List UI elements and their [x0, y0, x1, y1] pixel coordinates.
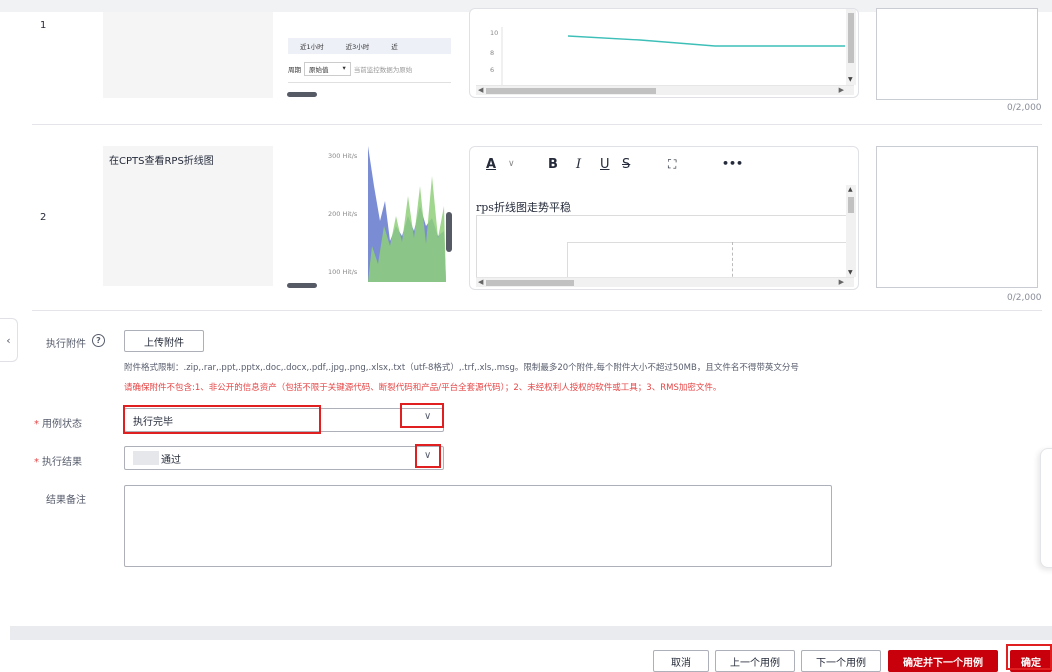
thumb-period-value: 原始值: [309, 66, 329, 74]
chevron-left-icon: ‹: [6, 333, 11, 347]
required-asterisk: *: [34, 419, 39, 430]
scroll-left-icon[interactable]: ◀: [478, 278, 483, 286]
step-2-actual-result-editor[interactable]: A ∨ B I U S ⛶ ••• rps折线图走势平稳 ▲ ▼ ◀ ▶: [469, 146, 859, 290]
attachment-label: 执行附件: [46, 335, 86, 350]
rps-area-chart: [368, 146, 446, 282]
thumb-divider: [288, 82, 451, 83]
editor-vertical-scrollbar[interactable]: ▲ ▼: [846, 185, 856, 277]
exec-result-label-text: 执行结果: [42, 457, 82, 468]
remark-label: 结果备注: [46, 495, 86, 506]
step-description[interactable]: [103, 12, 273, 98]
step-2-screenshot-thumbnail[interactable]: 300 Hit/s 200 Hit/s 100 Hit/s: [286, 146, 454, 284]
more-icon[interactable]: •••: [722, 157, 743, 170]
thumb-period-select: 原始值 ▾: [304, 62, 351, 76]
attachment-format-hint: 附件格式限制：.zip,.rar,.ppt,.pptx,.doc,.docx,.…: [124, 363, 799, 373]
status-dot-redacted: [133, 451, 159, 465]
attachment-label-text: 执行附件: [46, 339, 86, 350]
editor-hscroll-thumb[interactable]: [486, 88, 656, 94]
highlight-box: [415, 444, 441, 468]
embedded-image-frame: [567, 242, 847, 282]
teal-line-chart: [501, 27, 845, 87]
highlight-box: [1006, 644, 1052, 670]
confirm-and-next-button[interactable]: 确定并下一个用例: [888, 650, 998, 672]
scroll-right-icon[interactable]: ▶: [839, 278, 844, 286]
scroll-down-icon[interactable]: ▼: [848, 76, 853, 83]
thumb-scrollbar[interactable]: [287, 283, 317, 288]
exec-result-select[interactable]: 通过: [124, 446, 444, 470]
editor-vertical-scrollbar[interactable]: ▼: [846, 9, 856, 85]
thumb-period-row: 周期 原始值 ▾ 当前监控数据为原始: [288, 62, 412, 76]
editor-content-text[interactable]: rps折线图走势平稳: [476, 199, 571, 215]
row-divider: [32, 310, 1042, 311]
scroll-left-icon[interactable]: ◀: [478, 86, 483, 94]
editor-horizontal-scrollbar[interactable]: ◀ ▶: [476, 277, 854, 287]
thumb-tab: 近1小时: [300, 43, 324, 51]
font-color-button[interactable]: A: [486, 157, 496, 172]
cancel-button[interactable]: 取消: [653, 650, 709, 672]
step-1-screenshot-thumbnail[interactable]: 近1小时 近3小时 近 周期 原始值 ▾ 当前监控数据为原始: [286, 12, 451, 96]
attachment-warning: 请确保附件不包含:1、非公开的信息资产（包括不限于关键源代码、断裂代码和产品/平…: [124, 383, 722, 393]
editor-toolbar: A ∨ B I U S ⛶ •••: [470, 147, 858, 181]
scroll-up-icon[interactable]: ▲: [848, 186, 853, 193]
row-divider: [32, 124, 1042, 125]
prev-case-button[interactable]: 上一个用例: [715, 650, 795, 672]
thumb-vertical-scroll-thumb[interactable]: [446, 212, 452, 252]
char-counter: 0/2,000: [1007, 103, 1042, 113]
thumb-caret-icon: ▾: [342, 64, 346, 72]
thumb-tab: 近: [391, 43, 398, 51]
bold-button[interactable]: B: [548, 157, 558, 172]
editor-embedded-image: [476, 215, 847, 282]
step-1-remark-box[interactable]: [876, 8, 1038, 100]
footer-divider-bar: [10, 626, 1052, 640]
strikethrough-button[interactable]: S: [622, 157, 630, 172]
thumb-scrollbar[interactable]: [287, 92, 317, 97]
fullscreen-icon[interactable]: ⛶: [668, 157, 676, 172]
highlight-box: [123, 405, 321, 434]
step-number: 1: [40, 20, 47, 31]
case-status-label: * 用例状态: [34, 415, 82, 430]
editor-chart-preview: 10 8 6: [470, 9, 850, 87]
editor-vscroll-thumb[interactable]: [848, 13, 854, 63]
highlight-box: [400, 403, 444, 428]
next-case-button[interactable]: 下一个用例: [801, 650, 881, 672]
thumb-period-label: 周期: [288, 66, 301, 74]
char-counter: 0/2,000: [1007, 293, 1042, 303]
editor-vscroll-thumb[interactable]: [848, 197, 854, 213]
required-asterisk: *: [34, 457, 39, 468]
remark-textarea[interactable]: [124, 485, 832, 567]
embedded-image-dashed-line: [732, 242, 733, 282]
floating-help-panel[interactable]: [1040, 448, 1052, 568]
scroll-right-icon[interactable]: ▶: [839, 86, 844, 94]
font-color-dropdown-icon[interactable]: ∨: [508, 159, 515, 169]
editor-hscroll-thumb[interactable]: [486, 280, 574, 286]
step-description[interactable]: 在CPTS查看RPS折线图: [103, 146, 273, 286]
thumb-tab-bar: 近1小时 近3小时 近: [288, 38, 451, 54]
upload-attachment-button[interactable]: 上传附件: [124, 330, 204, 352]
scroll-down-icon[interactable]: ▼: [848, 269, 853, 276]
exec-result-value: 通过: [161, 454, 181, 466]
step-1-actual-result-editor[interactable]: 10 8 6 ▼ ◀ ▶: [469, 8, 859, 98]
thumb-hint: 当前监控数据为原始: [353, 66, 413, 74]
exec-result-label: * 执行结果: [34, 453, 82, 468]
collapse-panel-button[interactable]: ‹: [0, 318, 18, 362]
thumb-tab: 近3小时: [345, 43, 370, 51]
underline-button[interactable]: U: [600, 157, 610, 172]
question-circle-icon[interactable]: ?: [92, 334, 105, 347]
editor-horizontal-scrollbar[interactable]: ◀ ▶: [476, 85, 854, 95]
italic-button[interactable]: I: [576, 157, 581, 172]
step-2-remark-box[interactable]: [876, 146, 1038, 288]
case-status-label-text: 用例状态: [42, 419, 82, 430]
step-number: 2: [40, 212, 47, 223]
